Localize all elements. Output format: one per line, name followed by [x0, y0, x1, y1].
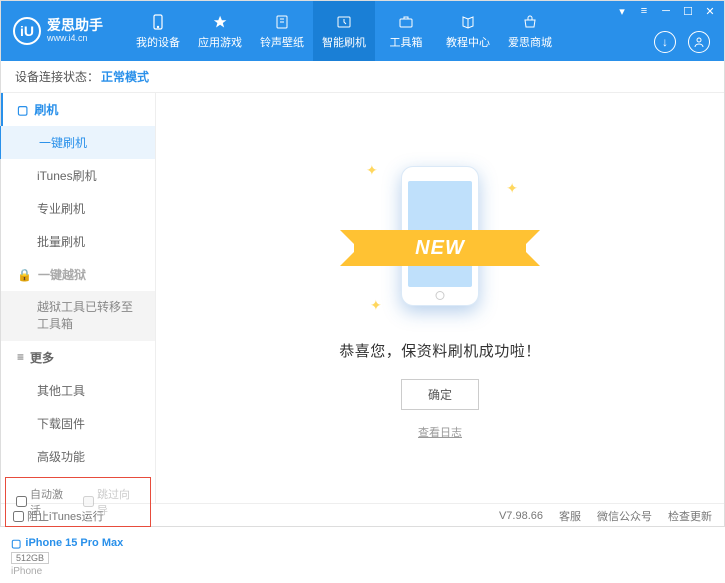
- music-icon: [273, 13, 291, 31]
- sparkle-icon: ✦: [366, 162, 378, 179]
- nav-ringtones[interactable]: 铃声壁纸: [251, 1, 313, 61]
- sidebar-item-itunes-flash[interactable]: iTunes刷机: [1, 159, 155, 192]
- settings-icon[interactable]: ≡: [638, 5, 650, 17]
- logo-area: iU 爱思助手 www.i4.cn: [13, 17, 103, 45]
- sidebar-item-advanced[interactable]: 高级功能: [1, 440, 155, 473]
- nav-store[interactable]: 爱思商城: [499, 1, 561, 61]
- footer-link-support[interactable]: 客服: [559, 508, 581, 524]
- lock-icon: 🔒: [17, 268, 32, 282]
- download-button[interactable]: ↓: [654, 31, 676, 53]
- app-title: 爱思助手: [47, 18, 103, 33]
- close-icon[interactable]: ✕: [704, 5, 716, 17]
- new-ribbon: NEW: [354, 230, 526, 266]
- sidebar-item-onekey-flash[interactable]: 一键刷机: [0, 126, 155, 159]
- sidebar-item-other-tools[interactable]: 其他工具: [1, 374, 155, 407]
- list-icon: ≡: [17, 350, 24, 364]
- sidebar-item-batch-flash[interactable]: 批量刷机: [1, 225, 155, 258]
- device-type: iPhone: [11, 566, 145, 577]
- status-bar: 设备连接状态： 正常模式: [1, 61, 724, 93]
- menu-icon[interactable]: ▾: [616, 5, 628, 17]
- phone-icon: [149, 13, 167, 31]
- sidebar-item-download-firmware[interactable]: 下载固件: [1, 407, 155, 440]
- nav-toolbox[interactable]: 工具箱: [375, 1, 437, 61]
- nav-tutorials[interactable]: 教程中心: [437, 1, 499, 61]
- minimize-icon[interactable]: ─: [660, 5, 672, 17]
- footer-link-wechat[interactable]: 微信公众号: [597, 508, 652, 524]
- top-nav: 我的设备 应用游戏 铃声壁纸 智能刷机 工具箱 教程中心 爱思商城: [127, 1, 561, 61]
- status-label: 设备连接状态：: [15, 68, 99, 85]
- version-label: V7.98.66: [499, 510, 543, 522]
- sidebar-section-jailbreak: 🔒 一键越狱: [1, 258, 155, 291]
- device-info: ▢ iPhone 15 Pro Max 512GB iPhone: [1, 531, 155, 583]
- status-mode: 正常模式: [101, 68, 149, 85]
- main-content: ✦ ✦ ✦ NEW 恭喜您，保资料刷机成功啦！ 确定 查看日志: [156, 93, 724, 503]
- phone-icon: ▢: [11, 537, 21, 550]
- sidebar: ▢ 刷机 一键刷机 iTunes刷机 专业刷机 批量刷机 🔒 一键越狱 越狱工具…: [1, 93, 156, 503]
- app-header: iU 爱思助手 www.i4.cn 我的设备 应用游戏 铃声壁纸 智能刷机 工具…: [1, 1, 724, 61]
- nav-smart-flash[interactable]: 智能刷机: [313, 1, 375, 61]
- device-storage: 512GB: [11, 552, 49, 564]
- nav-apps-games[interactable]: 应用游戏: [189, 1, 251, 61]
- jailbreak-note: 越狱工具已转移至工具箱: [1, 291, 155, 341]
- sidebar-section-flash[interactable]: ▢ 刷机: [1, 93, 155, 126]
- app-url: www.i4.cn: [47, 34, 103, 44]
- user-button[interactable]: [688, 31, 710, 53]
- success-message: 恭喜您，保资料刷机成功啦！: [339, 340, 541, 361]
- sparkle-icon: ✦: [506, 180, 518, 197]
- footer-link-update[interactable]: 检查更新: [668, 508, 712, 524]
- sparkle-icon: ✦: [370, 297, 382, 314]
- device-name[interactable]: ▢ iPhone 15 Pro Max: [11, 537, 145, 550]
- sidebar-item-pro-flash[interactable]: 专业刷机: [1, 192, 155, 225]
- sidebar-section-more[interactable]: ≡ 更多: [1, 341, 155, 374]
- store-icon: [521, 13, 539, 31]
- success-illustration: ✦ ✦ ✦ NEW: [360, 156, 520, 326]
- window-controls: ▾ ≡ ─ ☐ ✕: [616, 5, 716, 17]
- ok-button[interactable]: 确定: [401, 379, 479, 410]
- flash-icon: [335, 13, 353, 31]
- logo-icon: iU: [13, 17, 41, 45]
- apps-icon: [211, 13, 229, 31]
- maximize-icon[interactable]: ☐: [682, 5, 694, 17]
- view-log-link[interactable]: 查看日志: [418, 424, 462, 440]
- checkbox-block-itunes[interactable]: 阻止iTunes运行: [13, 508, 104, 524]
- phone-icon: ▢: [17, 103, 28, 117]
- book-icon: [459, 13, 477, 31]
- nav-my-device[interactable]: 我的设备: [127, 1, 189, 61]
- toolbox-icon: [397, 13, 415, 31]
